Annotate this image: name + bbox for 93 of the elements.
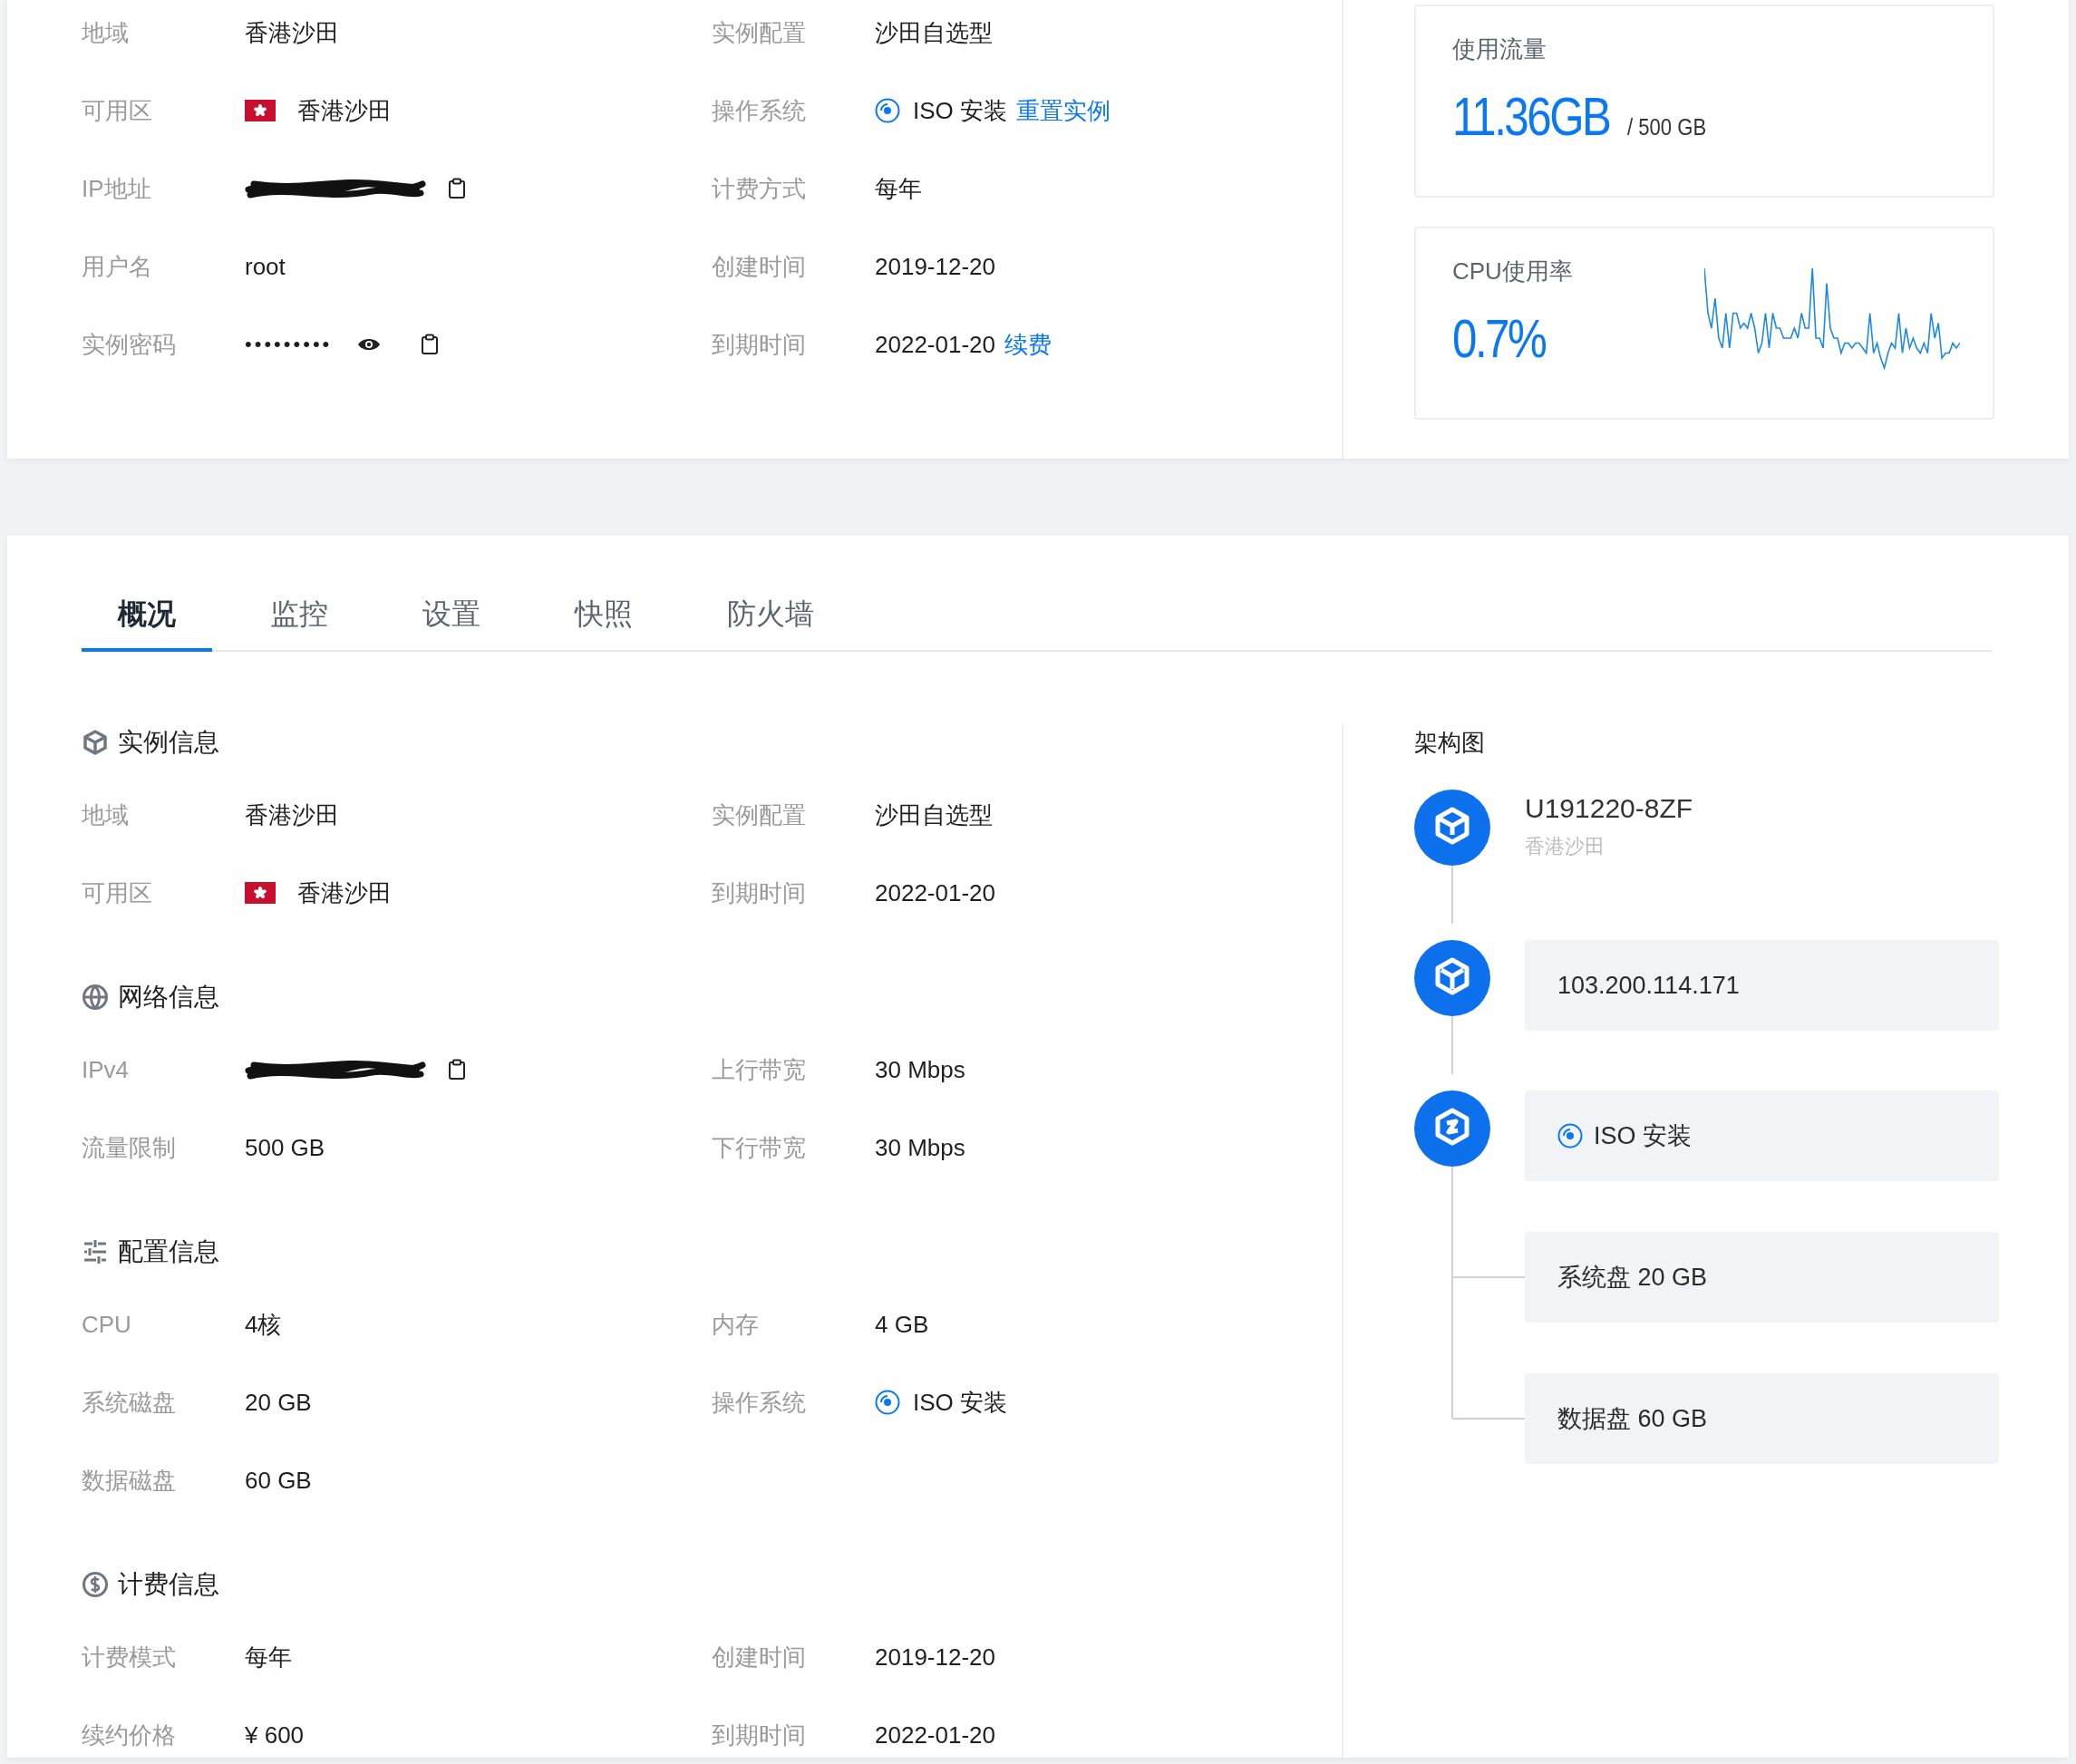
- field-label: IP地址: [82, 173, 151, 204]
- clipboard-icon[interactable]: [448, 178, 466, 199]
- field-label: 地域: [82, 17, 129, 48]
- tab[interactable]: 监控: [234, 581, 364, 652]
- dollar-icon: [82, 1571, 109, 1598]
- section-title: 计费信息: [118, 1569, 219, 1600]
- section-title: 配置信息: [118, 1236, 219, 1267]
- connector-line: [1451, 866, 1453, 924]
- field-value: 500 GB: [245, 1133, 325, 1162]
- field-value: 30 Mbps: [875, 1133, 965, 1162]
- field-label: 创建时间: [712, 251, 806, 282]
- field-label: 实例密码: [82, 329, 176, 360]
- field-label: 实例配置: [712, 17, 806, 48]
- field-value: 2019-12-20: [875, 252, 995, 281]
- eye-icon[interactable]: [357, 337, 382, 352]
- field-value: 60 GB: [245, 1466, 312, 1495]
- instance-region: 香港沙田: [1525, 834, 1605, 859]
- flag-icon: [245, 100, 276, 121]
- disc-icon: [1557, 1123, 1583, 1149]
- traffic-total: / 500 GB: [1627, 113, 1707, 141]
- field-label: 流量限制: [82, 1132, 176, 1163]
- field-label: 可用区: [82, 877, 152, 908]
- field-label: 用户名: [82, 251, 152, 282]
- clipboard-icon[interactable]: [448, 1059, 466, 1081]
- action-link[interactable]: 续费: [1004, 328, 1052, 361]
- field-label: 计费模式: [82, 1642, 176, 1672]
- traffic-used: 11.36GB: [1452, 85, 1610, 148]
- globe-icon: [82, 984, 109, 1011]
- field-value: 2022-01-20: [875, 1720, 995, 1749]
- field-label: 计费方式: [712, 173, 806, 204]
- field-label: 数据磁盘: [82, 1465, 176, 1496]
- resource-text: 数据盘 60 GB: [1557, 1404, 1708, 1434]
- cube-node-icon: [1414, 790, 1490, 866]
- field-value: 沙田自选型: [875, 17, 993, 48]
- cpu-value: 0.7%: [1452, 307, 1546, 370]
- cpu-title: CPU使用率: [1452, 257, 1573, 286]
- field-value: 2022-01-20: [875, 878, 995, 907]
- disc-icon: [875, 98, 900, 123]
- field-label: 实例配置: [712, 800, 806, 830]
- section-title: 实例信息: [118, 727, 219, 758]
- tab[interactable]: 防火墙: [691, 581, 850, 652]
- instance-name: U191220-8ZF: [1525, 793, 1693, 824]
- field-label: 创建时间: [712, 1642, 806, 1672]
- field-label: 可用区: [82, 95, 152, 126]
- field-label: 上行带宽: [712, 1054, 806, 1085]
- resource-text: 103.200.114.171: [1557, 971, 1740, 1000]
- tab[interactable]: 设置: [386, 581, 517, 652]
- tab[interactable]: 快照: [538, 581, 669, 652]
- field-value: 香港沙田: [297, 877, 392, 908]
- resource-text: ISO 安装: [1594, 1121, 1692, 1151]
- field-value: ISO 安装: [913, 95, 1007, 126]
- field-value: 2022-01-20: [875, 330, 995, 359]
- field-label: 续约价格: [82, 1720, 176, 1750]
- disc-icon: [875, 1390, 900, 1415]
- field-value: 香港沙田: [245, 800, 339, 830]
- field-value: 4核: [245, 1309, 282, 1340]
- diagram-title: 架构图: [1414, 728, 1486, 758]
- field-label: 下行带宽: [712, 1132, 806, 1163]
- field-value: ¥ 600: [245, 1720, 305, 1749]
- field-value: 4 GB: [875, 1310, 929, 1339]
- field-label: IPv4: [82, 1055, 130, 1084]
- field-value: 每年: [875, 173, 922, 204]
- field-label: 操作系统: [712, 1387, 806, 1418]
- field-label: 操作系统: [712, 95, 806, 126]
- sliders-icon: [82, 1238, 109, 1265]
- field-value: 30 Mbps: [875, 1055, 965, 1084]
- field-value: 每年: [245, 1642, 292, 1672]
- field-label: 内存: [712, 1309, 759, 1340]
- field-value: 香港沙田: [245, 17, 339, 48]
- action-link[interactable]: 重置实例: [1016, 94, 1111, 127]
- field-value: 香港沙田: [297, 95, 392, 126]
- field-value: root: [245, 252, 286, 281]
- field-label: 到期时间: [712, 1720, 806, 1750]
- tab[interactable]: 概况: [82, 581, 212, 652]
- field-value: 沙田自选型: [875, 800, 993, 830]
- field-value: 2019-12-20: [875, 1643, 995, 1672]
- password-mask: •••••••••: [245, 333, 333, 356]
- field-label: CPU: [82, 1310, 131, 1339]
- cube-icon: [82, 729, 109, 756]
- clipboard-icon[interactable]: [421, 334, 440, 355]
- traffic-title: 使用流量: [1452, 34, 1547, 64]
- connector-line: [1451, 1016, 1453, 1074]
- flag-icon: [245, 882, 276, 904]
- section-title: 网络信息: [118, 982, 219, 1013]
- field-label: 到期时间: [712, 877, 806, 908]
- field-value: 20 GB: [245, 1388, 312, 1417]
- hexagon-node-icon: [1414, 1090, 1490, 1167]
- field-label: 地域: [82, 800, 129, 830]
- cube-node-icon: [1414, 940, 1490, 1016]
- field-label: 到期时间: [712, 329, 806, 360]
- resource-text: 系统盘 20 GB: [1557, 1263, 1708, 1293]
- field-label: 系统磁盘: [82, 1387, 176, 1418]
- field-value: ISO 安装: [913, 1387, 1007, 1418]
